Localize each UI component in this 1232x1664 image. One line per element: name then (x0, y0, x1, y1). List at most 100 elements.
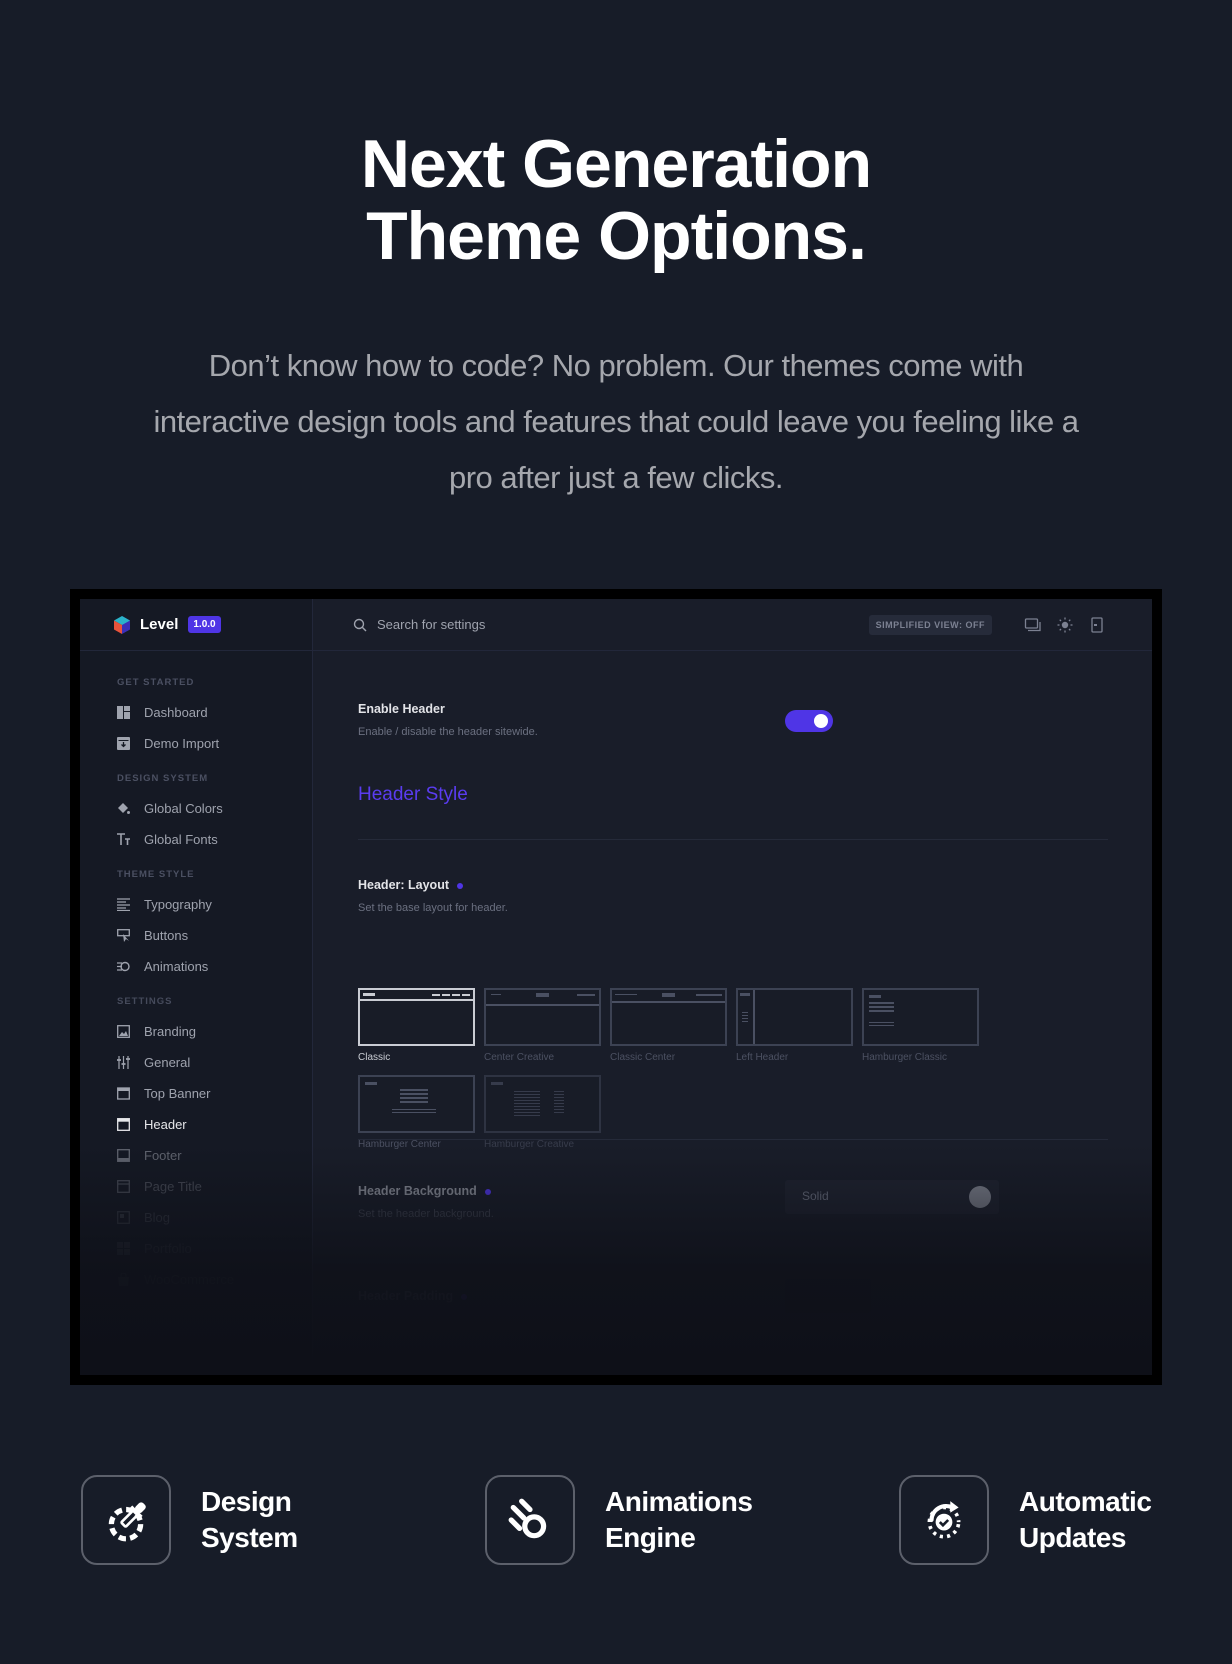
layout-caption: Classic Center (610, 1052, 676, 1063)
layout-caption: Center Creative (484, 1052, 555, 1063)
feature-icon-box (899, 1475, 989, 1565)
refresh-check-icon (927, 1501, 961, 1539)
sidebar-item-buttons[interactable]: Buttons (80, 920, 312, 951)
header-background-label: Header Background (358, 1184, 477, 1198)
feature-title-line-1: Automatic (1019, 1486, 1152, 1517)
folders-icon[interactable] (1024, 616, 1042, 634)
layout-option-center-creative[interactable]: Center Creative (484, 988, 601, 1063)
header-padding-setting: Header Padding (358, 1289, 468, 1303)
layout-thumbnail (484, 1075, 601, 1133)
hero-title-line-1: Next Generation (360, 126, 872, 202)
image-icon (117, 1025, 130, 1038)
feature-title-line-1: Design (201, 1486, 292, 1517)
sidebar-item-label: Demo Import (144, 736, 220, 751)
sidebar-item-woocommerce[interactable]: WooCommerce (80, 1264, 312, 1295)
sidebar-section-title: DESIGN SYSTEM (117, 773, 209, 784)
version-badge: 1.0.0 (188, 616, 221, 633)
sidebar-item-typography[interactable]: Typography (80, 889, 312, 920)
enable-header-toggle[interactable] (785, 710, 833, 732)
header-padding-input[interactable] (785, 1279, 871, 1313)
layout-thumbnail (610, 988, 727, 1046)
sun-icon[interactable] (1056, 616, 1074, 634)
app-screenshot-frame: Level 1.0.0 GET STARTED Dashboard Demo Imp… (70, 589, 1162, 1385)
enable-header-setting: Enable Header Enable / disable the heade… (358, 702, 538, 738)
sidebar-item-branding[interactable]: Branding (80, 1016, 312, 1047)
shop-icon (118, 1273, 129, 1286)
feature-animations-engine: Animations Engine (485, 1475, 753, 1565)
brand: Level 1.0.0 (80, 599, 312, 651)
animation-icon (117, 961, 130, 972)
header-layout-setting: Header: Layout Set the base layout for h… (358, 878, 508, 914)
sidebar-item-header[interactable]: Header (80, 1109, 312, 1140)
search-icon (353, 618, 367, 631)
comet-icon (508, 1498, 547, 1539)
sidebar-item-general[interactable]: General (80, 1047, 312, 1078)
layout-options: Classic Center Creative Classic Center Left… (358, 988, 1111, 1162)
feature-title: Automatic Updates (1019, 1484, 1152, 1556)
header-padding-label: Header Padding (358, 1289, 454, 1303)
sidebar-item-label: Global Colors (144, 801, 223, 816)
header-background-value: Solid (802, 1189, 829, 1203)
sidebar-item-label: General (144, 1055, 191, 1070)
layout-thumbnail (736, 988, 853, 1046)
layout-option-left-header[interactable]: Left Header (736, 988, 853, 1063)
divider (358, 839, 1108, 840)
feature-title-line-1: Animations (605, 1486, 753, 1517)
sidebar-item-label: Footer (144, 1148, 182, 1163)
footer-icon (117, 1149, 130, 1162)
document-icon[interactable] (1088, 616, 1106, 634)
sidebar-item-label: Branding (144, 1024, 197, 1039)
sidebar-item-label: Portfolio (144, 1241, 192, 1256)
import-icon (117, 737, 130, 750)
feature-icon-box (485, 1475, 575, 1565)
enable-header-description: Enable / disable the header sitewide. (358, 726, 538, 738)
sidebar-item-footer[interactable]: Footer (80, 1140, 312, 1171)
layout-option-classic[interactable]: Classic (358, 988, 475, 1063)
sidebar-item-page-title[interactable]: Page Title (80, 1171, 312, 1202)
search-placeholder: Search for settings (377, 617, 486, 632)
sidebar-item-label: Top Banner (144, 1086, 211, 1101)
header-background-select[interactable]: Solid (785, 1180, 999, 1214)
sidebar-item-label: Header (144, 1117, 187, 1132)
sidebar-item-global-fonts[interactable]: Global Fonts (80, 824, 312, 855)
paint-bucket-icon (118, 803, 130, 814)
top-banner-icon (117, 1087, 130, 1100)
feature-title: Animations Engine (605, 1484, 753, 1556)
feature-title-line-2: Updates (1019, 1522, 1126, 1553)
sidebar-item-global-colors[interactable]: Global Colors (80, 793, 312, 824)
divider (358, 1139, 1108, 1140)
layout-caption: Left Header (736, 1052, 789, 1063)
layout-caption: Hamburger Creative (484, 1139, 575, 1150)
portfolio-icon (117, 1242, 130, 1255)
layout-thumbnail (862, 988, 979, 1046)
sidebar-item-label: Page Title (144, 1179, 202, 1194)
sidebar-item-blog[interactable]: Blog (80, 1202, 312, 1233)
dashboard-icon (117, 706, 130, 719)
sidebar-item-label: Animations (144, 959, 209, 974)
sidebar-section-title: SETTINGS (117, 996, 173, 1007)
layout-option-classic-center[interactable]: Classic Center (610, 988, 727, 1063)
enable-header-label: Enable Header (358, 702, 445, 716)
hero-subtitle: Don’t know how to code? No problem. Our … (153, 348, 1079, 495)
layout-thumbnail (358, 988, 475, 1046)
sidebar-item-dashboard[interactable]: Dashboard (80, 697, 312, 728)
sidebar: Level 1.0.0 GET STARTED Dashboard Demo Imp… (80, 599, 313, 1375)
info-dot-icon (484, 1188, 491, 1195)
sidebar-item-demo-import[interactable]: Demo Import (80, 728, 312, 759)
feature-title: Design System (201, 1484, 298, 1556)
search-field[interactable]: Search for settings (353, 617, 485, 632)
sidebar-item-portfolio[interactable]: Portfolio (80, 1233, 312, 1264)
feature-design-system: Design System (81, 1475, 298, 1565)
feature-icon-box (81, 1475, 171, 1565)
header-background-description: Set the header background. (358, 1208, 494, 1220)
sliders-icon (117, 1056, 130, 1069)
layout-option-hamburger-classic[interactable]: Hamburger Classic (862, 988, 979, 1063)
sidebar-section-title: GET STARTED (117, 677, 195, 688)
header-background-setting: Header Background Set the header backgro… (358, 1184, 494, 1220)
sidebar-item-top-banner[interactable]: Top Banner (80, 1078, 312, 1109)
sidebar-item-animations[interactable]: Animations (80, 951, 312, 982)
simplified-view-toggle[interactable]: SIMPLIFIED VIEW: OFF (868, 615, 992, 635)
sidebar-item-label: Dashboard (144, 705, 208, 720)
layout-caption: Hamburger Center (358, 1139, 441, 1150)
sidebar-item-label: WooCommerce (144, 1272, 235, 1287)
